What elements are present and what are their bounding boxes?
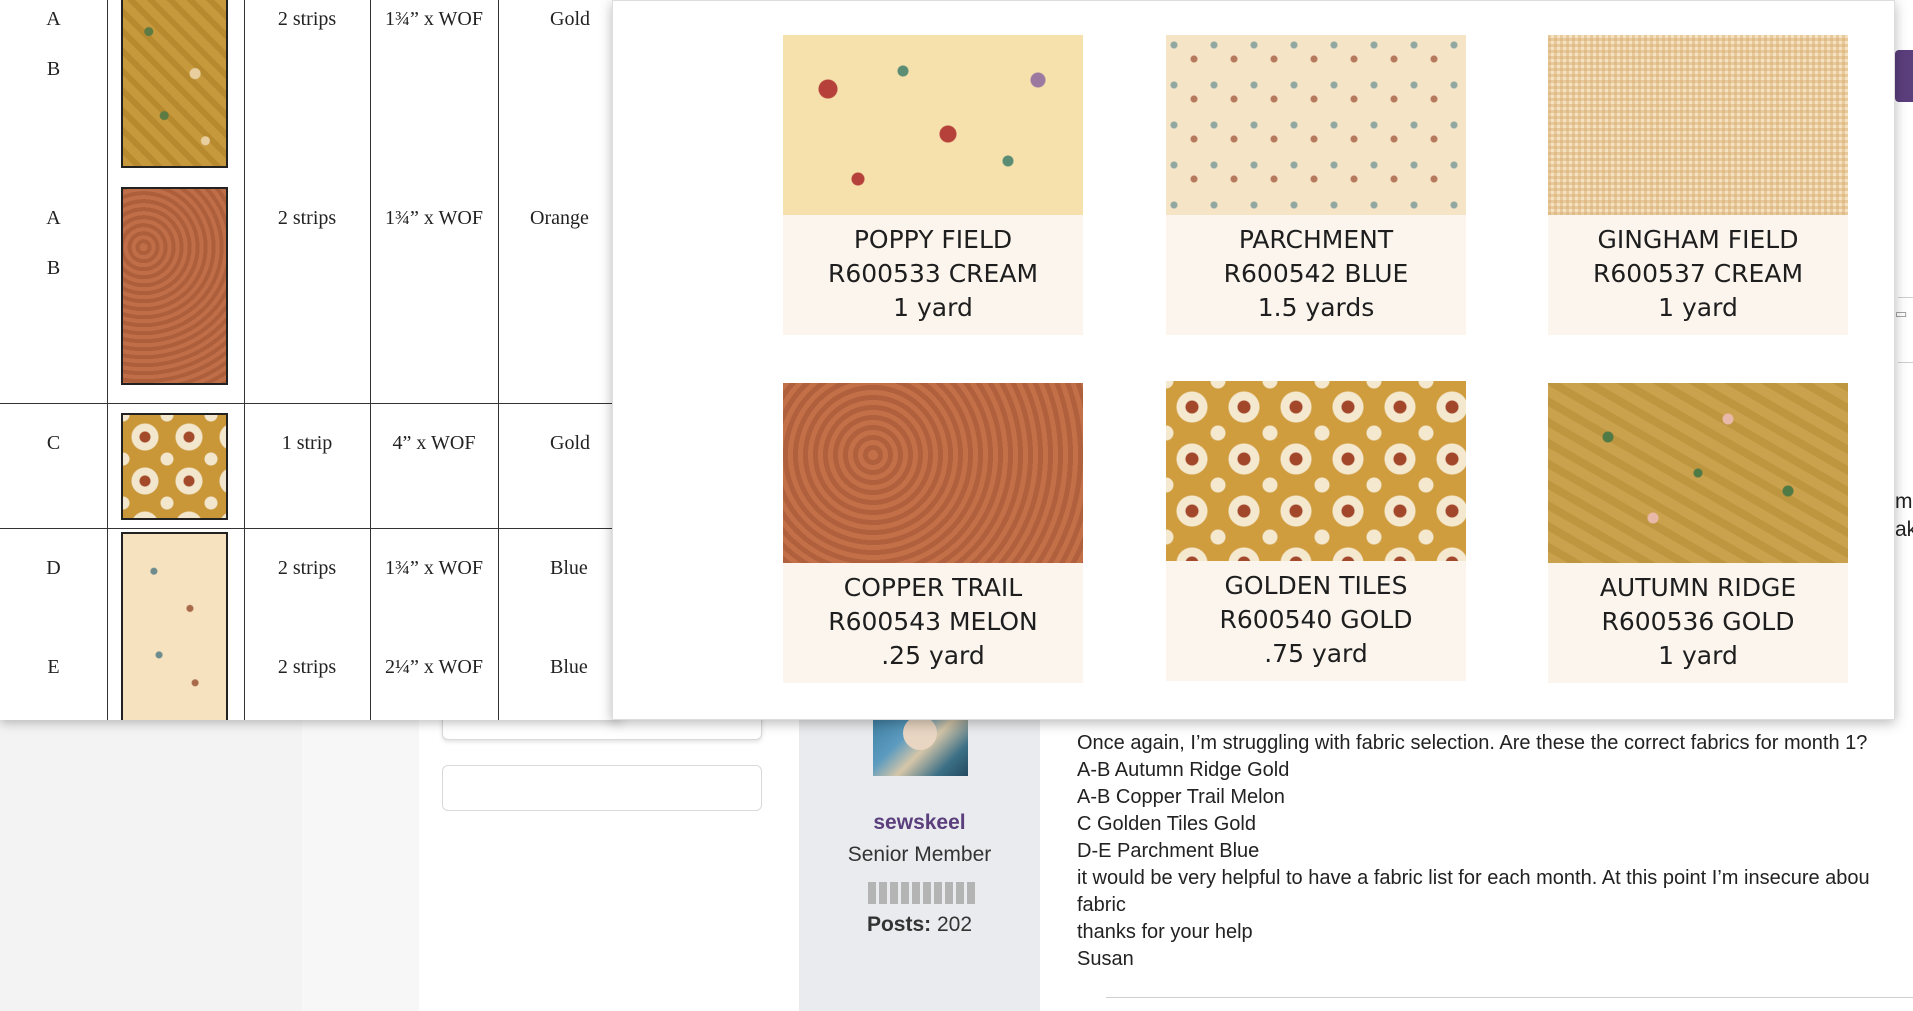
fabric-color: Gold (550, 8, 590, 30)
row-letter: D (46, 557, 61, 579)
edge-button[interactable] (1895, 50, 1913, 102)
post-line: A-B Copper Trail Melon (1077, 786, 1285, 808)
row-letter: B (46, 58, 61, 80)
fabric-name: GOLDEN TILES (1224, 571, 1408, 600)
fabric-color: Orange (530, 207, 589, 229)
fabric-label: PARCHMENT R600542 BLUE 1.5 yards (1166, 215, 1466, 335)
fabric-color: Blue (550, 557, 588, 579)
strip-qty: 2 strips (277, 8, 337, 30)
strip-size: 4” x WOF (392, 432, 476, 454)
row-letter: B (46, 257, 61, 279)
fabric-color: Blue (550, 656, 588, 678)
fabric-sku: R600543 MELON (828, 607, 1038, 636)
fabric-print (1166, 35, 1466, 215)
fabric-card: POPPY FIELD R600533 CREAM 1 yard (783, 35, 1083, 335)
fabric-amount: 1.5 yards (1257, 293, 1375, 322)
avatar[interactable] (873, 712, 968, 776)
fabric-print (783, 383, 1083, 563)
fabric-print (1548, 383, 1848, 563)
post-divider (1106, 997, 1913, 998)
post-line: fabric (1077, 894, 1126, 916)
post-line: thanks for your help (1077, 921, 1253, 943)
rank-bar (868, 882, 975, 904)
table-divider (0, 528, 620, 529)
fabric-sku: R600533 CREAM (827, 259, 1039, 288)
fabric-amount: 1 yard (893, 293, 973, 322)
strip-qty: 2 strips (277, 557, 337, 579)
fabric-swatch (121, 187, 228, 385)
strip-size: 2¼” x WOF (385, 656, 483, 678)
fabric-label: GINGHAM FIELD R600537 CREAM 1 yard (1548, 215, 1848, 335)
post-line: D-E Parchment Blue (1077, 840, 1260, 862)
post-message: Once again, I’m struggling with fabric s… (1077, 730, 1870, 973)
post-line: Once again, I’m struggling with fabric s… (1077, 732, 1868, 754)
fabric-amount: 1 yard (1658, 641, 1738, 670)
fabric-name: AUTUMN RIDGE (1599, 573, 1797, 602)
strip-size: 1¾” x WOF (385, 8, 483, 30)
fabric-amount: .25 yard (881, 641, 985, 670)
table-divider (370, 0, 371, 720)
post-count-label: Posts: (866, 913, 932, 936)
fabric-card: AUTUMN RIDGE R600536 GOLD 1 yard (1548, 383, 1848, 683)
fabric-sku: R600536 GOLD (1601, 607, 1795, 636)
fabric-card: PARCHMENT R600542 BLUE 1.5 yards (1166, 35, 1466, 335)
fabric-sku: R600537 CREAM (1592, 259, 1804, 288)
fabric-name: PARCHMENT (1238, 225, 1394, 254)
table-divider (244, 0, 245, 720)
fabric-card: GINGHAM FIELD R600537 CREAM 1 yard (1548, 35, 1848, 335)
strip-qty: 1 strip (281, 432, 333, 454)
strip-qty: 2 strips (277, 656, 337, 678)
fabric-label: GOLDEN TILES R600540 GOLD .75 yard (1166, 561, 1466, 681)
fabric-card: COPPER TRAIL R600543 MELON .25 yard (783, 383, 1083, 683)
post-count: Posts: 202 (799, 913, 1040, 937)
fabric-label: COPPER TRAIL R600543 MELON .25 yard (783, 563, 1083, 683)
fabric-label: POPPY FIELD R600533 CREAM 1 yard (783, 215, 1083, 335)
fabric-list-image: POPPY FIELD R600533 CREAM 1 yard PARCHME… (612, 0, 1895, 720)
fabric-name: COPPER TRAIL (843, 573, 1023, 602)
fabric-amount: 1 yard (1658, 293, 1738, 322)
post-count-value: 202 (936, 913, 973, 936)
fabric-label: AUTUMN RIDGE R600536 GOLD 1 yard (1548, 563, 1848, 683)
fabric-swatch (121, 532, 228, 720)
row-letter: E (47, 656, 60, 678)
fabric-name: POPPY FIELD (853, 225, 1013, 254)
fabric-print (783, 35, 1083, 215)
edge-text: m (1895, 490, 1913, 513)
row-letter: C (46, 432, 61, 454)
fabric-swatch (121, 0, 228, 168)
edge-divider (1898, 362, 1913, 363)
fabric-print (1548, 35, 1848, 215)
fabric-print (1166, 381, 1466, 561)
edge-divider (1898, 297, 1913, 298)
row-letter: A (46, 8, 61, 30)
post-line: A-B Autumn Ridge Gold (1077, 759, 1290, 781)
fabric-amount: .75 yard (1264, 639, 1368, 668)
table-divider (0, 403, 620, 404)
fabric-sku: R600540 GOLD (1219, 605, 1413, 634)
fabric-card: GOLDEN TILES R600540 GOLD .75 yard (1166, 381, 1466, 681)
image-icon[interactable]: ▭ (1895, 306, 1907, 322)
row-letter: A (46, 207, 61, 229)
avatar-face (903, 716, 937, 750)
user-rank: Senior Member (847, 843, 992, 866)
post-line: Susan (1077, 948, 1134, 970)
fabric-name: GINGHAM FIELD (1597, 225, 1799, 254)
post-line: C Golden Tiles Gold (1077, 813, 1256, 835)
strip-size: 1¾” x WOF (385, 207, 483, 229)
fabric-swatch (121, 413, 228, 520)
username-link[interactable]: sewskeel (799, 811, 1040, 835)
strip-size: 1¾” x WOF (385, 557, 483, 579)
post-line: it would be very helpful to have a fabri… (1077, 867, 1870, 889)
sidebar-widget[interactable] (442, 765, 762, 811)
cutting-table-image: A B 2 strips 1¾” x WOF Gold A B 2 strips… (0, 0, 620, 720)
strip-qty: 2 strips (277, 207, 337, 229)
edge-text: ak (1895, 518, 1913, 541)
fabric-sku: R600542 BLUE (1223, 259, 1409, 288)
table-divider (498, 0, 499, 720)
fabric-color: Gold (550, 432, 590, 454)
table-divider (107, 0, 108, 720)
